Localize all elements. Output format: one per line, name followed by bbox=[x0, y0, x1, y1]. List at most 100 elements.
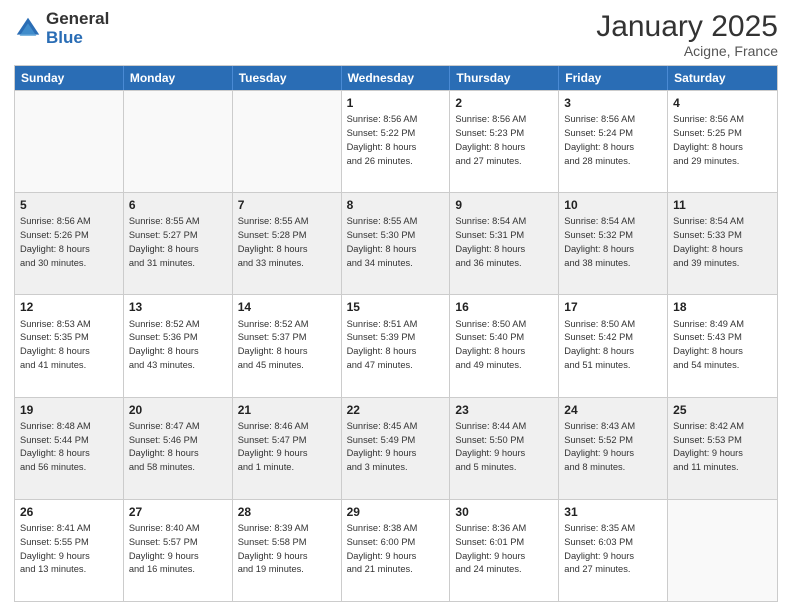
calendar: SundayMondayTuesdayWednesdayThursdayFrid… bbox=[14, 65, 778, 602]
day-number: 11 bbox=[673, 197, 772, 213]
month-title: January 2025 bbox=[596, 10, 778, 43]
cell-details: Sunrise: 8:46 AM Sunset: 5:47 PM Dayligh… bbox=[238, 421, 309, 472]
day-number: 20 bbox=[129, 402, 227, 418]
day-number: 2 bbox=[455, 95, 553, 111]
calendar-cell: 30 Sunrise: 8:36 AM Sunset: 6:01 PM Dayli… bbox=[450, 500, 559, 601]
cell-details: Sunrise: 8:47 AM Sunset: 5:46 PM Dayligh… bbox=[129, 421, 200, 472]
day-number: 6 bbox=[129, 197, 227, 213]
day-number: 23 bbox=[455, 402, 553, 418]
cell-details: Sunrise: 8:49 AM Sunset: 5:43 PM Dayligh… bbox=[673, 319, 744, 370]
day-number: 1 bbox=[347, 95, 445, 111]
cell-details: Sunrise: 8:56 AM Sunset: 5:25 PM Dayligh… bbox=[673, 114, 744, 165]
calendar-cell: 31 Sunrise: 8:35 AM Sunset: 6:03 PM Dayli… bbox=[559, 500, 668, 601]
calendar-cell: 17 Sunrise: 8:50 AM Sunset: 5:42 PM Dayli… bbox=[559, 295, 668, 396]
cell-details: Sunrise: 8:45 AM Sunset: 5:49 PM Dayligh… bbox=[347, 421, 418, 472]
cell-details: Sunrise: 8:56 AM Sunset: 5:23 PM Dayligh… bbox=[455, 114, 526, 165]
header: General Blue January 2025 Acigne, France bbox=[14, 10, 778, 59]
day-number: 26 bbox=[20, 504, 118, 520]
cell-details: Sunrise: 8:55 AM Sunset: 5:30 PM Dayligh… bbox=[347, 216, 418, 267]
logo: General Blue bbox=[14, 10, 109, 47]
cell-details: Sunrise: 8:43 AM Sunset: 5:52 PM Dayligh… bbox=[564, 421, 635, 472]
day-number: 28 bbox=[238, 504, 336, 520]
subtitle: Acigne, France bbox=[596, 43, 778, 59]
day-number: 22 bbox=[347, 402, 445, 418]
cell-details: Sunrise: 8:39 AM Sunset: 5:58 PM Dayligh… bbox=[238, 523, 309, 574]
cell-details: Sunrise: 8:56 AM Sunset: 5:26 PM Dayligh… bbox=[20, 216, 91, 267]
header-cell-monday: Monday bbox=[124, 66, 233, 90]
day-number: 17 bbox=[564, 299, 662, 315]
calendar-cell: 20 Sunrise: 8:47 AM Sunset: 5:46 PM Dayli… bbox=[124, 398, 233, 499]
day-number: 24 bbox=[564, 402, 662, 418]
calendar-cell: 28 Sunrise: 8:39 AM Sunset: 5:58 PM Dayli… bbox=[233, 500, 342, 601]
calendar-cell: 21 Sunrise: 8:46 AM Sunset: 5:47 PM Dayli… bbox=[233, 398, 342, 499]
cell-details: Sunrise: 8:41 AM Sunset: 5:55 PM Dayligh… bbox=[20, 523, 91, 574]
calendar-row-3: 12Sunrise: 8:53 AM Sunset: 5:35 PM Dayli… bbox=[15, 294, 777, 396]
cell-details: Sunrise: 8:55 AM Sunset: 5:28 PM Dayligh… bbox=[238, 216, 309, 267]
header-cell-friday: Friday bbox=[559, 66, 668, 90]
page: General Blue January 2025 Acigne, France… bbox=[0, 0, 792, 612]
day-number: 5 bbox=[20, 197, 118, 213]
calendar-cell: 15Sunrise: 8:51 AM Sunset: 5:39 PM Dayli… bbox=[342, 295, 451, 396]
calendar-cell: 29 Sunrise: 8:38 AM Sunset: 6:00 PM Dayli… bbox=[342, 500, 451, 601]
calendar-row-1: 1Sunrise: 8:56 AM Sunset: 5:22 PM Daylig… bbox=[15, 90, 777, 192]
day-number: 15 bbox=[347, 299, 445, 315]
logo-blue: Blue bbox=[46, 29, 109, 48]
header-cell-tuesday: Tuesday bbox=[233, 66, 342, 90]
calendar-cell: 1Sunrise: 8:56 AM Sunset: 5:22 PM Daylig… bbox=[342, 91, 451, 192]
cell-details: Sunrise: 8:53 AM Sunset: 5:35 PM Dayligh… bbox=[20, 319, 91, 370]
header-cell-sunday: Sunday bbox=[15, 66, 124, 90]
logo-icon bbox=[14, 15, 42, 43]
logo-general: General bbox=[46, 10, 109, 29]
cell-details: Sunrise: 8:42 AM Sunset: 5:53 PM Dayligh… bbox=[673, 421, 744, 472]
calendar-cell: 22 Sunrise: 8:45 AM Sunset: 5:49 PM Dayli… bbox=[342, 398, 451, 499]
day-number: 21 bbox=[238, 402, 336, 418]
calendar-header: SundayMondayTuesdayWednesdayThursdayFrid… bbox=[15, 66, 777, 90]
logo-text: General Blue bbox=[46, 10, 109, 47]
day-number: 14 bbox=[238, 299, 336, 315]
calendar-cell: 2 Sunrise: 8:56 AM Sunset: 5:23 PM Daylig… bbox=[450, 91, 559, 192]
cell-details: Sunrise: 8:48 AM Sunset: 5:44 PM Dayligh… bbox=[20, 421, 91, 472]
day-number: 9 bbox=[455, 197, 553, 213]
calendar-cell: 14Sunrise: 8:52 AM Sunset: 5:37 PM Dayli… bbox=[233, 295, 342, 396]
calendar-cell: 27Sunrise: 8:40 AM Sunset: 5:57 PM Dayli… bbox=[124, 500, 233, 601]
cell-details: Sunrise: 8:38 AM Sunset: 6:00 PM Dayligh… bbox=[347, 523, 418, 574]
day-number: 31 bbox=[564, 504, 662, 520]
calendar-cell: 3 Sunrise: 8:56 AM Sunset: 5:24 PM Daylig… bbox=[559, 91, 668, 192]
cell-details: Sunrise: 8:44 AM Sunset: 5:50 PM Dayligh… bbox=[455, 421, 526, 472]
calendar-row-4: 19 Sunrise: 8:48 AM Sunset: 5:44 PM Dayli… bbox=[15, 397, 777, 499]
day-number: 7 bbox=[238, 197, 336, 213]
calendar-cell: 13Sunrise: 8:52 AM Sunset: 5:36 PM Dayli… bbox=[124, 295, 233, 396]
title-block: January 2025 Acigne, France bbox=[596, 10, 778, 59]
calendar-row-2: 5 Sunrise: 8:56 AM Sunset: 5:26 PM Daylig… bbox=[15, 192, 777, 294]
calendar-cell: 18Sunrise: 8:49 AM Sunset: 5:43 PM Dayli… bbox=[668, 295, 777, 396]
cell-details: Sunrise: 8:55 AM Sunset: 5:27 PM Dayligh… bbox=[129, 216, 200, 267]
calendar-cell: 24 Sunrise: 8:43 AM Sunset: 5:52 PM Dayli… bbox=[559, 398, 668, 499]
calendar-cell: 26 Sunrise: 8:41 AM Sunset: 5:55 PM Dayli… bbox=[15, 500, 124, 601]
calendar-cell: 16Sunrise: 8:50 AM Sunset: 5:40 PM Dayli… bbox=[450, 295, 559, 396]
day-number: 4 bbox=[673, 95, 772, 111]
calendar-cell: 4 Sunrise: 8:56 AM Sunset: 5:25 PM Daylig… bbox=[668, 91, 777, 192]
calendar-row-5: 26 Sunrise: 8:41 AM Sunset: 5:55 PM Dayli… bbox=[15, 499, 777, 601]
day-number: 16 bbox=[455, 299, 553, 315]
calendar-cell: 6 Sunrise: 8:55 AM Sunset: 5:27 PM Daylig… bbox=[124, 193, 233, 294]
cell-details: Sunrise: 8:54 AM Sunset: 5:32 PM Dayligh… bbox=[564, 216, 635, 267]
calendar-body: 1Sunrise: 8:56 AM Sunset: 5:22 PM Daylig… bbox=[15, 90, 777, 601]
cell-details: Sunrise: 8:54 AM Sunset: 5:31 PM Dayligh… bbox=[455, 216, 526, 267]
cell-details: Sunrise: 8:35 AM Sunset: 6:03 PM Dayligh… bbox=[564, 523, 635, 574]
day-number: 29 bbox=[347, 504, 445, 520]
calendar-cell: 8Sunrise: 8:55 AM Sunset: 5:30 PM Daylig… bbox=[342, 193, 451, 294]
calendar-cell: 23 Sunrise: 8:44 AM Sunset: 5:50 PM Dayli… bbox=[450, 398, 559, 499]
calendar-cell: 9 Sunrise: 8:54 AM Sunset: 5:31 PM Daylig… bbox=[450, 193, 559, 294]
calendar-cell: 5 Sunrise: 8:56 AM Sunset: 5:26 PM Daylig… bbox=[15, 193, 124, 294]
day-number: 30 bbox=[455, 504, 553, 520]
day-number: 13 bbox=[129, 299, 227, 315]
day-number: 3 bbox=[564, 95, 662, 111]
day-number: 19 bbox=[20, 402, 118, 418]
cell-details: Sunrise: 8:36 AM Sunset: 6:01 PM Dayligh… bbox=[455, 523, 526, 574]
cell-details: Sunrise: 8:56 AM Sunset: 5:24 PM Dayligh… bbox=[564, 114, 635, 165]
calendar-cell: 7 Sunrise: 8:55 AM Sunset: 5:28 PM Daylig… bbox=[233, 193, 342, 294]
day-number: 25 bbox=[673, 402, 772, 418]
calendar-cell bbox=[668, 500, 777, 601]
header-cell-saturday: Saturday bbox=[668, 66, 777, 90]
cell-details: Sunrise: 8:50 AM Sunset: 5:42 PM Dayligh… bbox=[564, 319, 635, 370]
